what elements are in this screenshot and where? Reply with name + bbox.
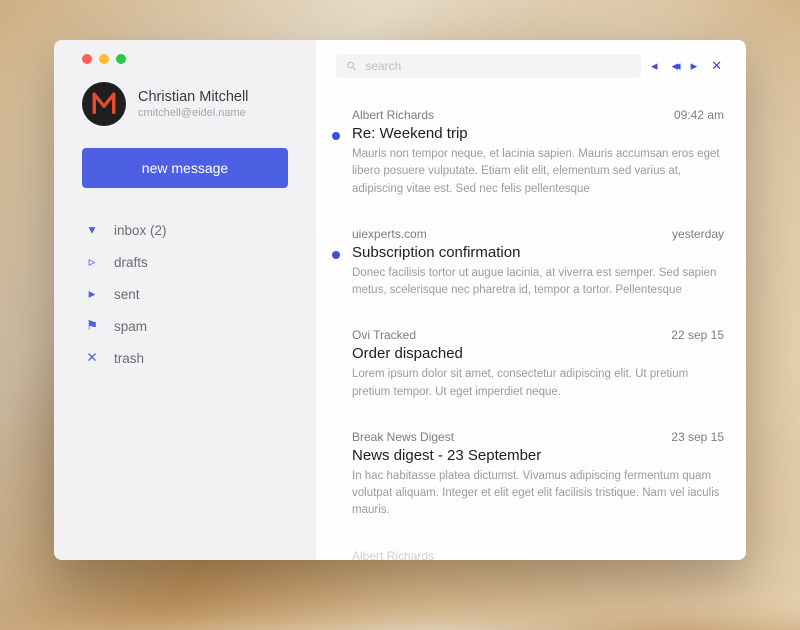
main-panel: ◂ ◂◂ ▸ ✕ Albert Richards 09:42 am Re: We… bbox=[316, 40, 746, 560]
message-preview: In hac habitasse platea dictumst. Vivamu… bbox=[352, 468, 724, 520]
message-from: Break News Digest bbox=[352, 430, 454, 444]
message-from: Albert Richards bbox=[352, 549, 434, 561]
close-window-icon[interactable] bbox=[82, 54, 92, 64]
message-from: uiexperts.com bbox=[352, 227, 427, 241]
next-icon[interactable]: ▸ bbox=[691, 58, 698, 74]
folder-label: trash bbox=[114, 351, 144, 366]
mail-window: Christian Mitchell cmitchell@eidel.name … bbox=[54, 40, 746, 560]
message-item[interactable]: Ovi Tracked 22 sep 15 Order dispached Lo… bbox=[316, 313, 746, 415]
folder-drafts[interactable]: ▹ drafts bbox=[82, 246, 288, 278]
profile-name: Christian Mitchell bbox=[138, 89, 248, 105]
toolbar: ◂ ◂◂ ▸ ✕ bbox=[316, 40, 746, 88]
folder-label: drafts bbox=[114, 255, 148, 270]
message-item[interactable]: Albert Richards bbox=[316, 534, 746, 561]
folder-inbox[interactable]: ▾ inbox (2) bbox=[82, 214, 288, 246]
toolbar-nav: ◂ ◂◂ ▸ ✕ bbox=[651, 58, 726, 74]
folder-trash[interactable]: ✕ trash bbox=[82, 342, 288, 374]
message-preview: Mauris non tempor neque, et lacinia sapi… bbox=[352, 146, 724, 198]
message-subject: Order dispached bbox=[352, 345, 724, 362]
message-item[interactable]: uiexperts.com yesterday Subscription con… bbox=[316, 212, 746, 314]
message-subject: Re: Weekend trip bbox=[352, 125, 724, 142]
message-time: yesterday bbox=[672, 227, 724, 241]
unread-dot-icon bbox=[332, 251, 340, 259]
search-icon bbox=[346, 60, 357, 72]
message-item[interactable]: Break News Digest 23 sep 15 News digest … bbox=[316, 415, 746, 534]
unread-dot-icon bbox=[332, 132, 340, 140]
profile: Christian Mitchell cmitchell@eidel.name bbox=[82, 82, 288, 126]
folder-sent[interactable]: ▸ sent bbox=[82, 278, 288, 310]
search-field[interactable] bbox=[336, 54, 641, 78]
folder-list: ▾ inbox (2) ▹ drafts ▸ sent ⚑ spam ✕ tra… bbox=[82, 214, 288, 374]
zoom-window-icon[interactable] bbox=[116, 54, 126, 64]
message-time: 22 sep 15 bbox=[671, 328, 724, 342]
message-time: 23 sep 15 bbox=[671, 430, 724, 444]
message-list: Albert Richards 09:42 am Re: Weekend tri… bbox=[316, 88, 746, 560]
new-message-button[interactable]: new message bbox=[82, 148, 288, 188]
avatar-m-icon bbox=[91, 91, 117, 117]
folder-spam[interactable]: ⚑ spam bbox=[82, 310, 288, 342]
caret-right-outline-icon: ▹ bbox=[86, 254, 98, 270]
message-item[interactable]: Albert Richards 09:42 am Re: Weekend tri… bbox=[316, 94, 746, 212]
message-from: Ovi Tracked bbox=[352, 328, 416, 342]
profile-email: cmitchell@eidel.name bbox=[138, 107, 248, 119]
message-subject: Subscription confirmation bbox=[352, 244, 724, 261]
folder-label: sent bbox=[114, 287, 140, 302]
message-preview: Donec facilisis tortor ut augue lacinia,… bbox=[352, 265, 724, 300]
message-time: 09:42 am bbox=[674, 108, 724, 122]
message-preview: Lorem ipsum dolor sit amet, consectetur … bbox=[352, 366, 724, 401]
message-from: Albert Richards bbox=[352, 108, 434, 122]
folder-label: inbox (2) bbox=[114, 223, 167, 238]
flag-icon: ⚑ bbox=[86, 318, 98, 334]
caret-down-icon: ▾ bbox=[86, 222, 98, 238]
x-icon: ✕ bbox=[86, 350, 98, 366]
message-subject: News digest - 23 September bbox=[352, 447, 724, 464]
prev-icon[interactable]: ◂ bbox=[651, 58, 658, 74]
window-controls bbox=[82, 54, 288, 64]
close-icon[interactable]: ✕ bbox=[711, 58, 722, 74]
sidebar: Christian Mitchell cmitchell@eidel.name … bbox=[54, 40, 316, 560]
rewind-icon[interactable]: ◂◂ bbox=[672, 58, 677, 74]
minimize-window-icon[interactable] bbox=[99, 54, 109, 64]
avatar[interactable] bbox=[82, 82, 126, 126]
search-input[interactable] bbox=[365, 59, 631, 73]
caret-right-icon: ▸ bbox=[86, 286, 98, 302]
folder-label: spam bbox=[114, 319, 147, 334]
